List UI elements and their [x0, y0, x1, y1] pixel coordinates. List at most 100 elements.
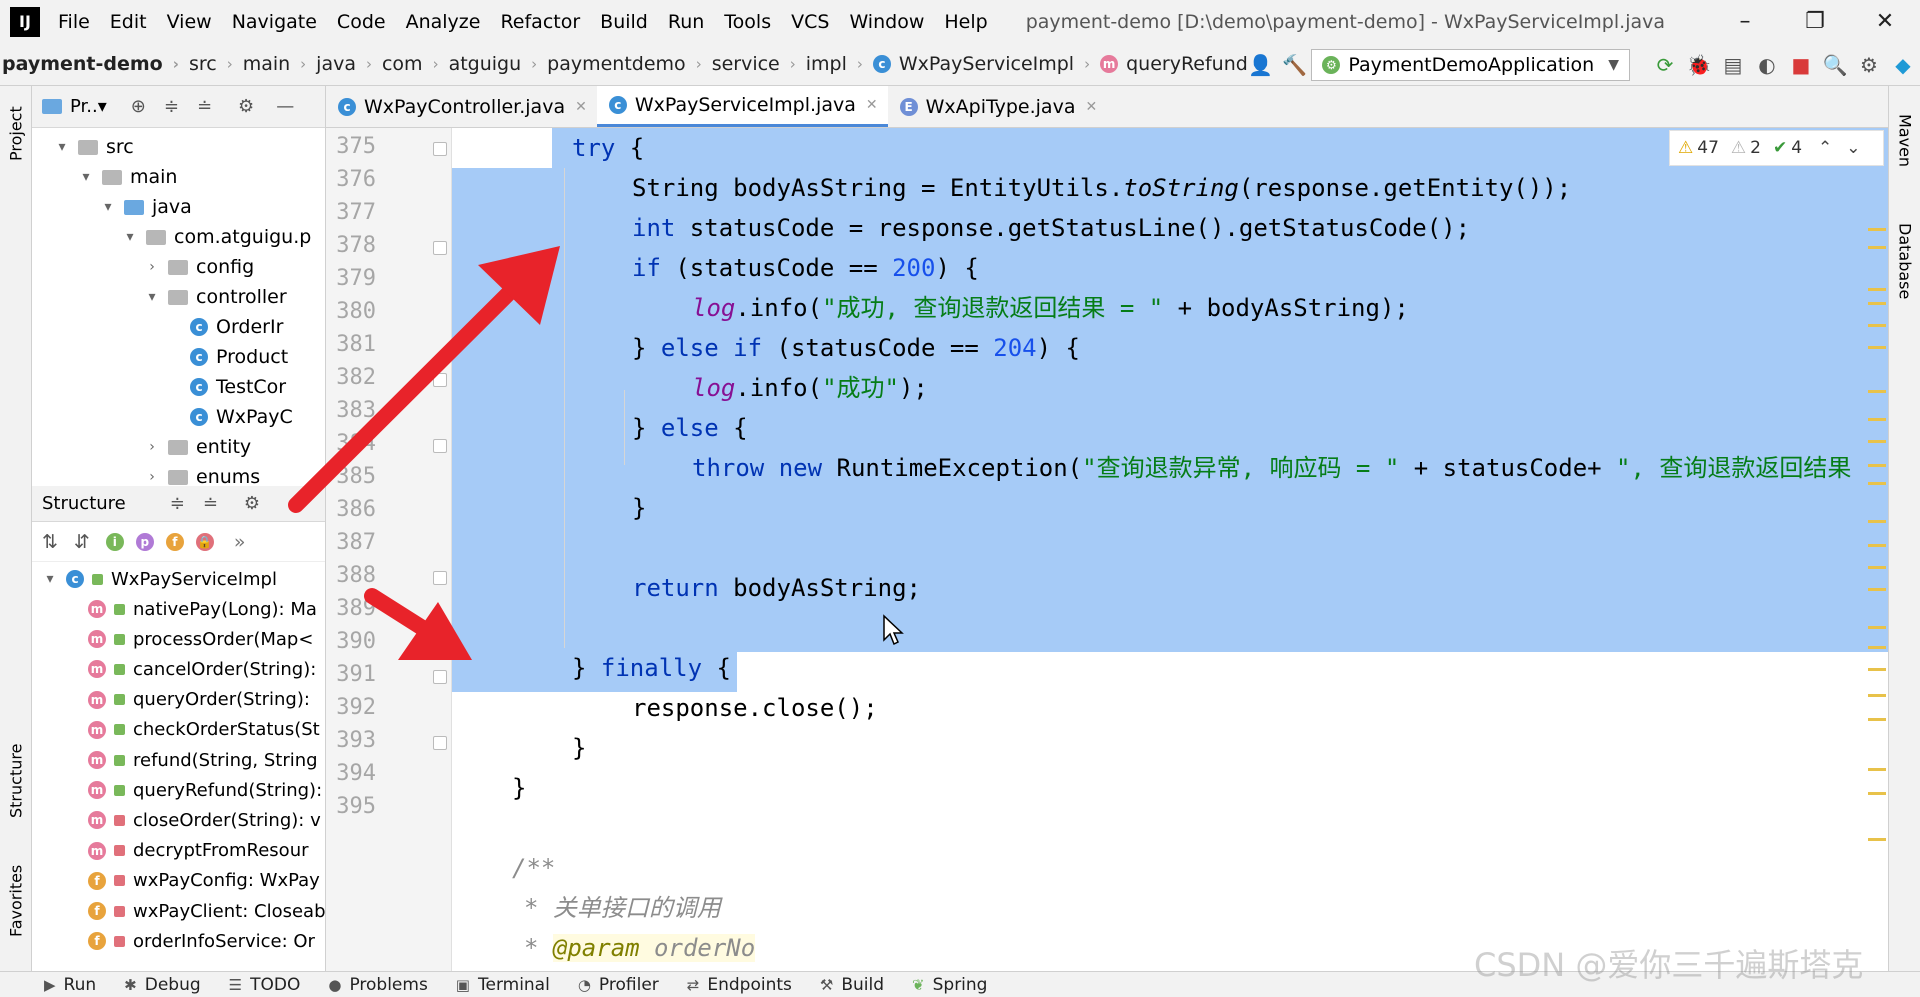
warning-marker[interactable]	[1868, 302, 1886, 305]
structure-member[interactable]: m queryOrder(String):	[88, 685, 310, 715]
collapse-all-icon[interactable]: ≐	[197, 96, 212, 117]
minimize-icon[interactable]: –	[1710, 0, 1780, 43]
warning-marker[interactable]	[1868, 440, 1886, 443]
menu-edit[interactable]: Edit	[110, 11, 147, 33]
breadcrumb-atguigu[interactable]: atguigu ›	[449, 53, 548, 75]
structure-member[interactable]: m checkOrderStatus(St	[88, 715, 320, 745]
fold-marker-icon[interactable]	[433, 571, 447, 585]
run-configuration-select[interactable]: ⚙ PaymentDemoApplication ▼	[1311, 48, 1630, 81]
tree-item-product-controller[interactable]: c Product	[190, 342, 288, 372]
debug-icon[interactable]: 🐞	[1682, 48, 1716, 82]
tree-item-order-controller[interactable]: c OrderIr	[190, 312, 283, 342]
structure-member[interactable]: f orderInfoService: Or	[88, 926, 315, 956]
tab-favorites[interactable]: Favorites	[3, 851, 29, 951]
tab-maven[interactable]: Maven	[1892, 96, 1918, 186]
menu-view[interactable]: View	[167, 11, 212, 33]
show-inherited-icon[interactable]: i	[105, 532, 124, 551]
breadcrumb-service[interactable]: service ›	[712, 53, 806, 75]
warning-marker[interactable]	[1868, 792, 1886, 795]
structure-member[interactable]: m queryRefund(String):	[88, 775, 322, 805]
menu-run[interactable]: Run	[668, 11, 704, 33]
menu-file[interactable]: File	[58, 11, 90, 33]
collapse-all-icon[interactable]: ≐	[203, 493, 218, 514]
stop-icon[interactable]: ■	[1784, 48, 1818, 82]
breadcrumb-src[interactable]: src ›	[189, 53, 243, 75]
breadcrumb-main[interactable]: main ›	[243, 53, 316, 75]
fold-marker-icon[interactable]	[433, 373, 447, 387]
structure-class-node[interactable]: ▾ c WxPayServiceImpl	[40, 564, 277, 594]
structure-member[interactable]: f wxPayClient: Closeab	[88, 896, 325, 926]
tree-item-src[interactable]: ▾ src	[52, 132, 133, 162]
warning-marker[interactable]	[1868, 718, 1886, 721]
tab-wx-api-type[interactable]: E WxApiType.java ✕	[888, 86, 1108, 127]
gear-icon[interactable]: ⚙	[244, 493, 260, 514]
menu-vcs[interactable]: VCS	[791, 11, 829, 33]
structure-member[interactable]: m decryptFromResour	[88, 836, 309, 866]
profiler-tool-button[interactable]: ◔ Profiler	[578, 975, 659, 995]
breadcrumb-method[interactable]: m queryRefund	[1100, 53, 1248, 75]
menu-navigate[interactable]: Navigate	[232, 11, 317, 33]
tree-item-main[interactable]: ▾ main	[76, 162, 177, 192]
user-icon[interactable]: 👤	[1243, 48, 1277, 82]
breadcrumb-paymentdemo[interactable]: paymentdemo ›	[547, 53, 712, 75]
menu-tools[interactable]: Tools	[724, 11, 771, 33]
coverage-icon[interactable]: ▤	[1716, 48, 1750, 82]
hide-icon[interactable]: —	[276, 96, 294, 117]
debug-tool-button[interactable]: ✱ Debug	[124, 975, 200, 995]
breadcrumb-java[interactable]: java ›	[316, 53, 382, 75]
chevron-down-icon[interactable]: ⌄	[1846, 138, 1860, 158]
warning-marker[interactable]	[1868, 346, 1886, 349]
sort-alpha-icon[interactable]: ⇵	[74, 531, 90, 553]
more-icon[interactable]: »	[234, 531, 246, 553]
build-tool-button[interactable]: ⚒ Build	[820, 975, 884, 995]
tab-wxpay-controller[interactable]: c WxPayController.java ✕	[326, 86, 597, 127]
close-tab-icon[interactable]: ✕	[866, 97, 878, 113]
warning-marker[interactable]	[1868, 418, 1886, 421]
warning-marker[interactable]	[1868, 838, 1886, 841]
chevron-up-icon[interactable]: ⌃	[1818, 138, 1832, 158]
tree-item-test-controller[interactable]: c TestCor	[190, 372, 286, 402]
fold-marker-icon[interactable]	[433, 241, 447, 255]
tree-item-wxpay-controller[interactable]: c WxPayC	[190, 402, 293, 432]
structure-member[interactable]: m cancelOrder(String):	[88, 654, 316, 684]
warning-marker[interactable]	[1868, 246, 1886, 249]
warning-marker[interactable]	[1868, 520, 1886, 523]
tree-item-package[interactable]: ▾ com.atguigu.p	[120, 222, 311, 252]
structure-member[interactable]: m refund(String, String	[88, 745, 318, 775]
show-properties-icon[interactable]: p	[135, 532, 154, 551]
rerun-icon[interactable]: ⟳	[1648, 48, 1682, 82]
structure-member[interactable]: m processOrder(Map<	[88, 624, 313, 654]
plugin-icon[interactable]: ◆	[1886, 48, 1920, 82]
profiler-icon[interactable]: ◐	[1750, 48, 1784, 82]
show-fields-icon[interactable]: f	[165, 532, 184, 551]
expand-all-icon[interactable]: ≑	[164, 96, 179, 117]
error-stripe[interactable]	[1866, 128, 1888, 971]
sort-visibility-icon[interactable]: ⇅	[42, 531, 58, 553]
todo-tool-button[interactable]: ☰ TODO	[229, 975, 301, 995]
tree-item-enums[interactable]: › enums	[142, 462, 260, 486]
close-tab-icon[interactable]: ✕	[575, 99, 587, 115]
fold-marker-icon[interactable]	[433, 637, 447, 651]
menu-window[interactable]: Window	[849, 11, 924, 33]
warning-marker[interactable]	[1868, 646, 1886, 649]
structure-member[interactable]: f wxPayConfig: WxPay	[88, 866, 320, 896]
terminal-tool-button[interactable]: ▣ Terminal	[456, 975, 550, 995]
warning-marker[interactable]	[1868, 228, 1886, 231]
endpoints-tool-button[interactable]: ⇄ Endpoints	[687, 975, 792, 995]
menu-build[interactable]: Build	[600, 11, 648, 33]
restore-icon[interactable]: ❐	[1780, 0, 1850, 43]
code-editor[interactable]: try { String bodyAsString = EntityUtils.…	[452, 128, 1888, 971]
warning-marker[interactable]	[1868, 668, 1886, 671]
gear-icon[interactable]: ⚙	[238, 96, 254, 117]
inspection-widget[interactable]: ⚠ 47 ⚠ 2 ✔ 4 ⌃ ⌄	[1669, 130, 1884, 166]
warning-marker[interactable]	[1868, 464, 1886, 467]
tree-item-entity[interactable]: › entity	[142, 432, 251, 462]
warning-marker[interactable]	[1868, 626, 1886, 629]
spring-tool-button[interactable]: ❦ Spring	[912, 975, 987, 995]
tree-item-config[interactable]: › config	[142, 252, 254, 282]
breadcrumb-com[interactable]: com ›	[382, 53, 449, 75]
warning-marker[interactable]	[1868, 544, 1886, 547]
menu-analyze[interactable]: Analyze	[406, 11, 481, 33]
locate-icon[interactable]: ⊕	[131, 96, 146, 117]
tree-item-controller[interactable]: ▾ controller	[142, 282, 286, 312]
